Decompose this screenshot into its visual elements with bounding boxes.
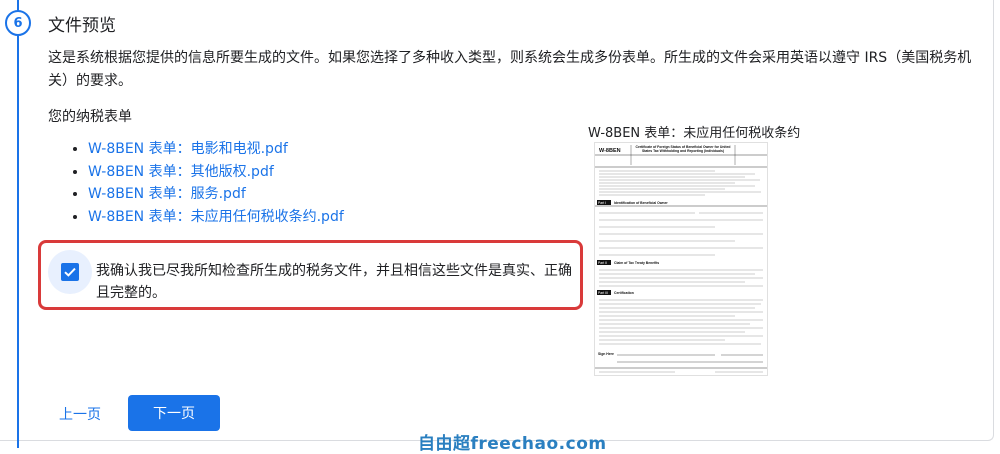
tax-forms-list: W-8BEN 表单：电影和电视.pdf W-8BEN 表单：其他版权.pdf W… [70,138,344,228]
form-link-no-treaty[interactable]: W-8BEN 表单：未应用任何税收条约.pdf [88,209,344,225]
step-description: 这是系统根据您提供的信息所要生成的文件。如果您选择了多种收入类型，则系统会生成多… [48,50,972,89]
doc-title: Certificate of Foreign Status of Benefic… [635,145,731,153]
watermark-logo: 自由超freechao.com [418,434,607,454]
stepper-rail [17,0,19,448]
list-item: W-8BEN 表单：电影和电视.pdf [88,138,344,161]
tax-forms-heading: 您的纳税表单 [48,109,132,125]
document-preview[interactable]: W-8BEN Certificate of Foreign Status of … [594,142,768,376]
list-item: W-8BEN 表单：未应用任何税收条约.pdf [88,206,344,229]
doc-part-3-label: Part III [598,291,608,295]
doc-part-1-title: Identification of Beneficial Owner [614,201,668,205]
form-link-services[interactable]: W-8BEN 表单：服务.pdf [88,186,246,202]
doc-part-2-title: Claim of Tax Treaty Benefits [614,261,659,265]
back-button[interactable]: 上一页 [52,398,108,430]
checkmark-icon [64,267,76,277]
preview-title: W-8BEN 表单：未应用任何税收条约 [588,126,801,141]
doc-form-number: W-8BEN [599,148,621,154]
next-button[interactable]: 下一页 [128,395,220,431]
step-title: 文件预览 [48,16,116,36]
form-link-other-copyright[interactable]: W-8BEN 表单：其他版权.pdf [88,164,274,180]
doc-sign-here: Sign Here [598,352,614,356]
doc-part-2-label: Part II [598,261,607,265]
list-item: W-8BEN 表单：服务.pdf [88,183,344,206]
confirmation-text: 我确认我已尽我所知检查所生成的税务文件，并且相信这些文件是真实、正确且完整的。 [96,263,572,301]
list-item: W-8BEN 表单：其他版权.pdf [88,161,344,184]
step-number-badge: 6 [5,10,31,36]
form-link-film-tv[interactable]: W-8BEN 表单：电影和电视.pdf [88,141,288,157]
doc-part-3-title: Certification [614,291,634,295]
document-thumbnail: W-8BEN Certificate of Foreign Status of … [595,145,767,373]
doc-part-1-label: Part I [598,201,606,205]
confirmation-checkbox[interactable] [61,263,79,281]
